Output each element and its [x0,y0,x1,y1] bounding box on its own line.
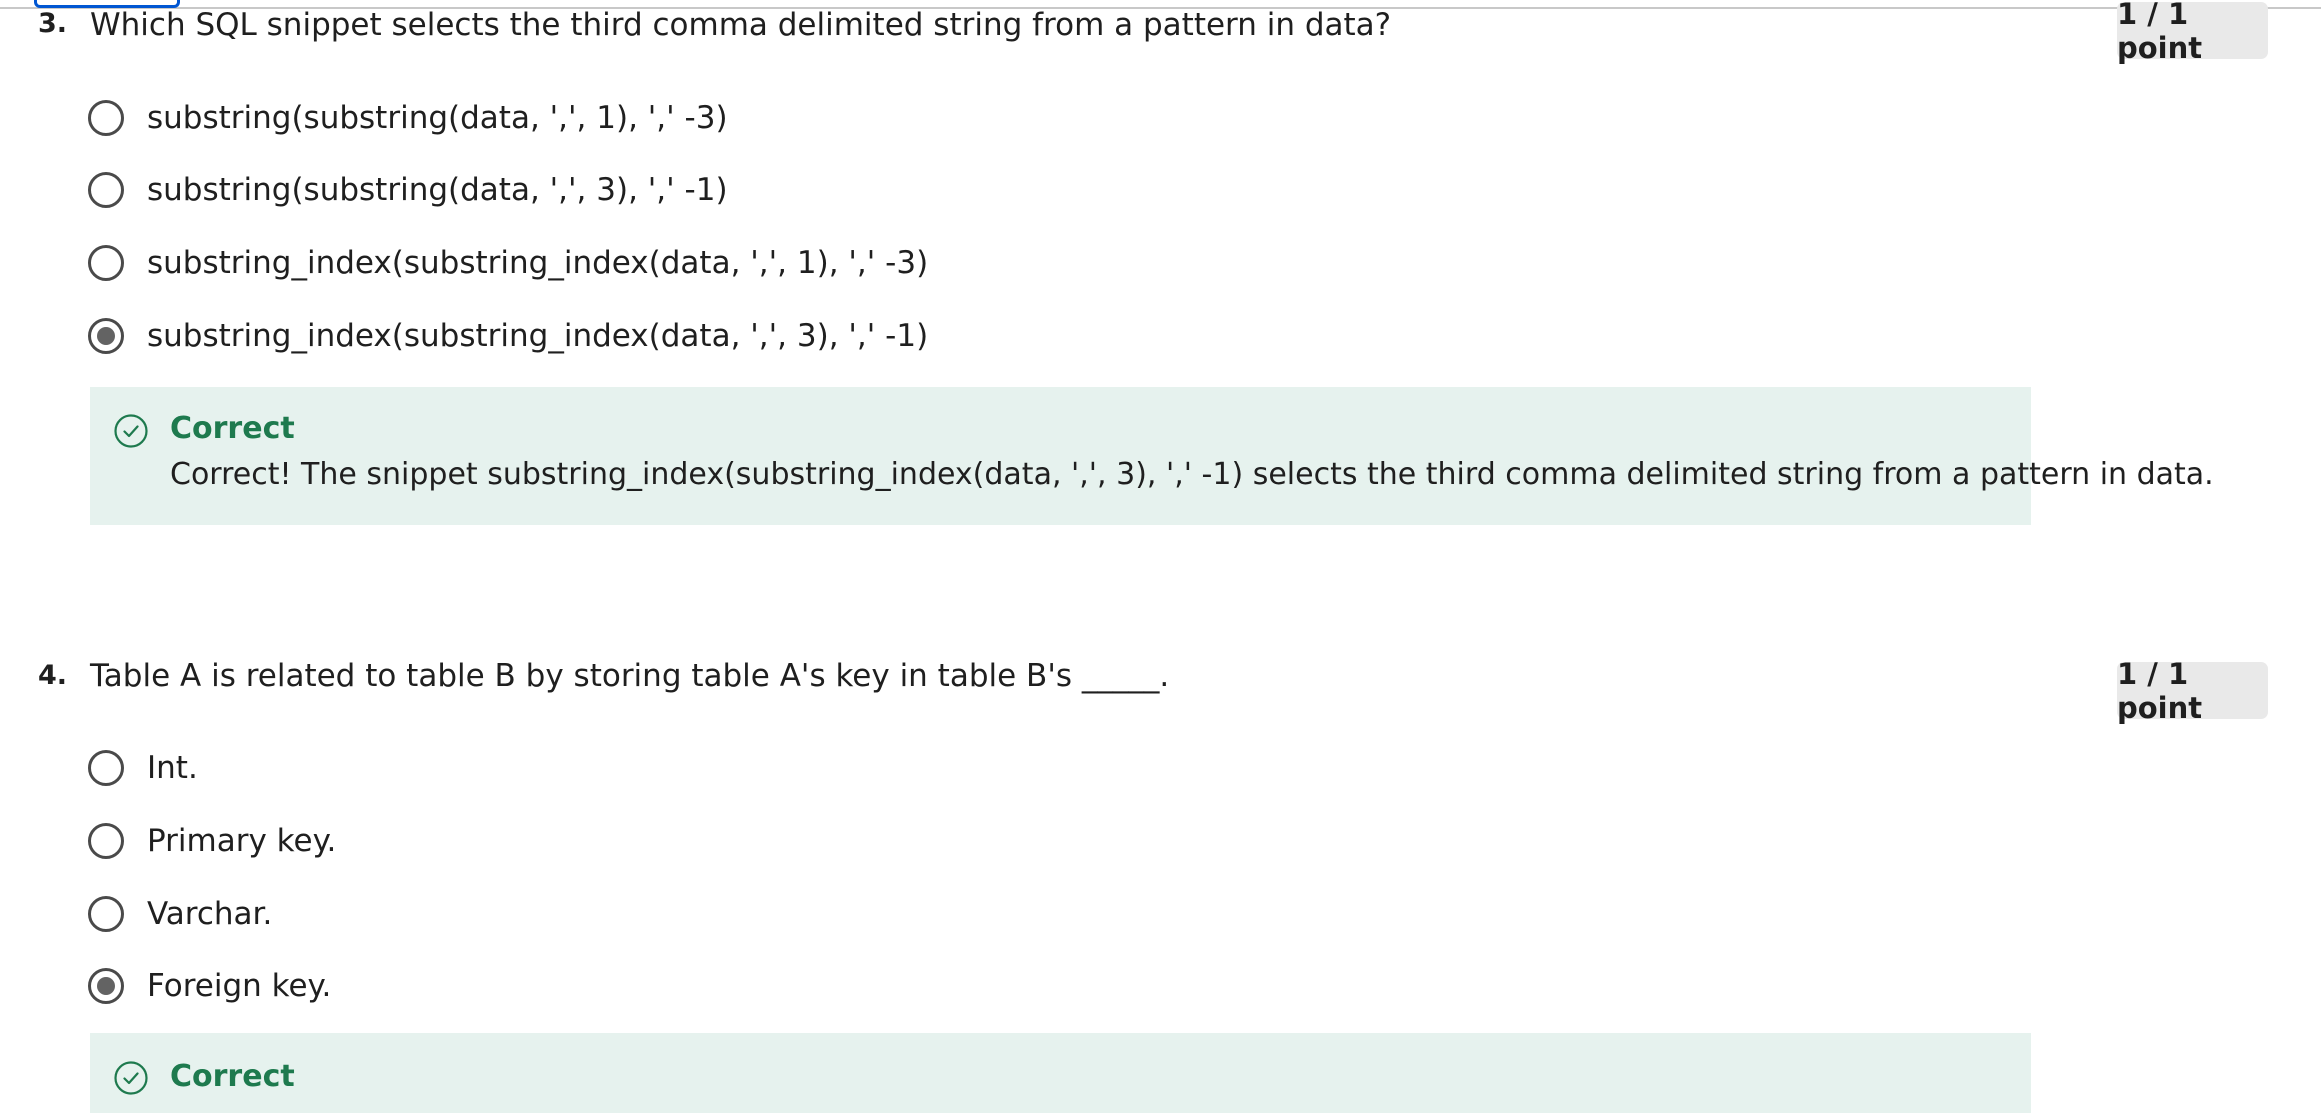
feedback-title: Correct [170,1059,295,1094]
radio-button-checked[interactable] [88,968,124,1004]
option-label: substring(substring(data, ',', 3), ',' -… [147,172,728,208]
answer-option[interactable]: substring_index(substring_index(data, ',… [88,241,928,285]
option-label: substring(substring(data, ',', 1), ',' -… [147,100,728,136]
radio-button[interactable] [88,100,124,136]
radio-button-checked[interactable] [88,318,124,354]
check-circle-icon [114,414,148,448]
radio-button[interactable] [88,896,124,932]
radio-button[interactable] [88,823,124,859]
option-label: Int. [147,750,198,786]
feedback-text: Correct! The snippet substring_index(sub… [170,457,2214,492]
feedback-panel: Correct Correct! The snippet substring_i… [90,387,2214,525]
points-badge: 1 / 1 point [2117,657,2268,725]
feedback-title: Correct [170,411,295,446]
check-circle-icon [114,1061,148,1095]
radio-button[interactable] [88,172,124,208]
option-label: Foreign key. [147,968,332,1004]
option-label: substring_index(substring_index(data, ',… [147,318,929,354]
answer-option[interactable]: Int. [88,746,198,790]
feedback-panel: Correct [90,1033,2031,1113]
answer-option[interactable]: Varchar. [88,892,272,936]
answer-option[interactable]: substring(substring(data, ',', 1), ',' -… [88,96,728,140]
answer-option-selected[interactable]: Foreign key. [88,964,331,1008]
answer-option[interactable]: substring(substring(data, ',', 3), ',' -… [88,168,728,212]
option-label: Primary key. [147,823,337,859]
points-badge: 1 / 1 point [2117,0,2268,65]
radio-button[interactable] [88,245,124,281]
question-4: 4. Table A is related to table B by stor… [0,650,2321,1113]
question-text: Which SQL snippet selects the third comm… [90,7,1392,43]
answer-option-selected[interactable]: substring_index(substring_index(data, ',… [88,314,928,358]
radio-button[interactable] [88,750,124,786]
question-number: 3. [38,8,68,39]
question-3: 3. Which SQL snippet selects the third c… [0,0,2321,560]
question-text: Table A is related to table B by storing… [90,658,1170,694]
question-number: 4. [38,660,68,691]
option-label: Varchar. [147,896,273,932]
answer-option[interactable]: Primary key. [88,819,336,863]
option-label: substring_index(substring_index(data, ',… [147,245,929,281]
